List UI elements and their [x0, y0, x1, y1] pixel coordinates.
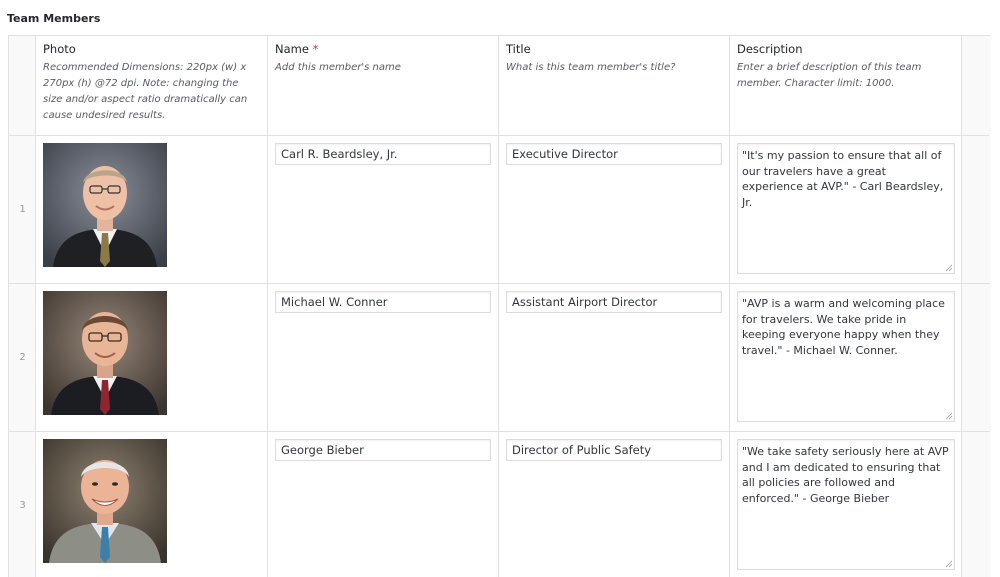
- row-number: 1: [19, 204, 26, 215]
- resize-grip-icon[interactable]: [945, 264, 953, 272]
- row-handle[interactable]: 2: [9, 284, 36, 431]
- title-cell: Assistant Airport Director: [499, 284, 730, 431]
- required-marker: *: [312, 42, 319, 56]
- divider: [729, 36, 730, 577]
- name-cell: George Bieber: [268, 432, 499, 577]
- header-index-gutter: [9, 36, 36, 136]
- header-actions-gutter: [962, 36, 991, 136]
- header-name-title-wrap: Name *: [275, 42, 492, 56]
- divider: [267, 36, 268, 577]
- header-title: Title What is this team member's title?: [499, 36, 730, 136]
- header-description-instructions: Enter a brief description of this team m…: [737, 62, 922, 89]
- table-row: 1 Carl R. Beardsley, Jr. Executive Direc…: [9, 136, 991, 283]
- description-cell: "AVP is a warm and welcoming place for t…: [730, 284, 962, 431]
- row-actions[interactable]: [962, 432, 991, 577]
- row-number: 3: [19, 500, 26, 511]
- divider: [498, 36, 499, 577]
- header-description: Description Enter a brief description of…: [730, 36, 962, 136]
- header-photo: Photo Recommended Dimensions: 220px (w) …: [36, 36, 268, 136]
- name-cell: Michael W. Conner: [268, 284, 499, 431]
- description-textarea[interactable]: "We take safety seriously here at AVP an…: [737, 439, 955, 570]
- row-handle[interactable]: 3: [9, 432, 36, 577]
- header-photo-instructions: Recommended Dimensions: 220px (w) x 270p…: [43, 62, 248, 121]
- resize-grip-icon[interactable]: [945, 412, 953, 420]
- photo-cell: [36, 284, 268, 431]
- title-input[interactable]: Executive Director: [506, 143, 722, 165]
- row-actions[interactable]: [962, 284, 991, 431]
- name-input[interactable]: Michael W. Conner: [275, 291, 491, 313]
- name-cell: Carl R. Beardsley, Jr.: [268, 136, 499, 283]
- field-label: Team Members: [7, 12, 101, 25]
- divider: [35, 36, 36, 577]
- description-cell: "It's my passion to ensure that all of o…: [730, 136, 962, 283]
- repeater-header: Photo Recommended Dimensions: 220px (w) …: [9, 36, 991, 136]
- row-actions[interactable]: [962, 136, 991, 283]
- divider: [961, 36, 962, 577]
- description-cell: "We take safety seriously here at AVP an…: [730, 432, 962, 577]
- divider: [9, 431, 989, 432]
- resize-grip-icon[interactable]: [945, 560, 953, 568]
- row-handle[interactable]: 1: [9, 136, 36, 283]
- header-photo-title: Photo: [43, 42, 76, 56]
- photo-cell: [36, 432, 268, 577]
- title-cell: Director of Public Safety: [499, 432, 730, 577]
- description-textarea[interactable]: "AVP is a warm and welcoming place for t…: [737, 291, 955, 422]
- portrait-photo-icon[interactable]: [43, 439, 167, 563]
- divider: [9, 135, 989, 136]
- portrait-photo-icon[interactable]: [43, 291, 167, 415]
- portrait-photo-icon[interactable]: [43, 143, 167, 267]
- header-title-instructions: What is this team member's title?: [506, 62, 676, 73]
- table-row: 2 Michael W. Conner Assistant Airport Di…: [9, 284, 991, 431]
- header-title-title: Title: [506, 42, 531, 56]
- header-name-instructions: Add this member's name: [275, 62, 401, 73]
- header-description-title: Description: [737, 42, 803, 56]
- table-row: 3 George Bieber Director of Public Safet…: [9, 432, 991, 577]
- row-number: 2: [19, 352, 26, 363]
- header-name: Name * Add this member's name: [268, 36, 499, 136]
- title-input[interactable]: Director of Public Safety: [506, 439, 722, 461]
- title-input[interactable]: Assistant Airport Director: [506, 291, 722, 313]
- title-cell: Executive Director: [499, 136, 730, 283]
- name-input[interactable]: George Bieber: [275, 439, 491, 461]
- description-text: "It's my passion to ensure that all of o…: [742, 149, 944, 209]
- name-input[interactable]: Carl R. Beardsley, Jr.: [275, 143, 491, 165]
- team-members-repeater: Photo Recommended Dimensions: 220px (w) …: [8, 35, 991, 577]
- photo-cell: [36, 136, 268, 283]
- description-text: "AVP is a warm and welcoming place for t…: [742, 297, 945, 357]
- divider: [9, 283, 989, 284]
- description-text: "We take safety seriously here at AVP an…: [742, 445, 949, 505]
- description-textarea[interactable]: "It's my passion to ensure that all of o…: [737, 143, 955, 274]
- header-name-title: Name: [275, 42, 309, 56]
